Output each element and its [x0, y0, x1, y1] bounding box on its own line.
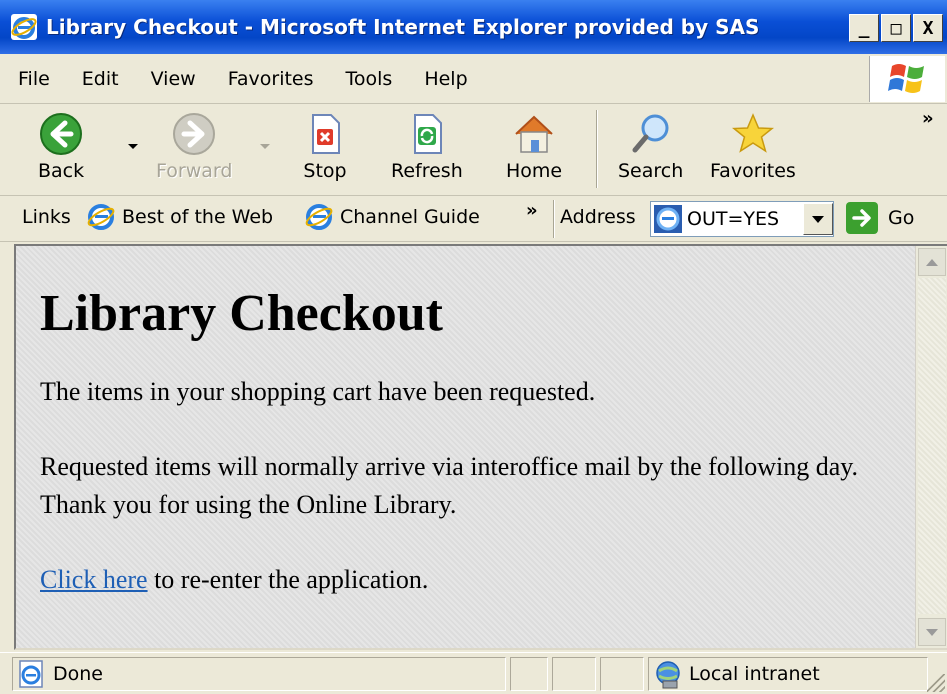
favorites-button[interactable]: Favorites [710, 108, 796, 192]
status-panel [552, 657, 596, 691]
stop-button[interactable]: Stop [303, 108, 347, 192]
home-label: Home [506, 160, 563, 182]
link-channel-guide[interactable]: Channel Guide [304, 202, 480, 232]
ie-page-icon [654, 205, 682, 233]
go-arrow-icon [846, 202, 878, 234]
scroll-down-icon [926, 628, 938, 636]
stop-icon [312, 114, 340, 154]
address-input[interactable]: OUT=YES [650, 201, 834, 237]
status-text: Done [53, 663, 103, 685]
links-label: Links [22, 206, 71, 228]
favorites-star-icon [731, 113, 774, 153]
links-overflow-chevron[interactable]: » [526, 200, 538, 221]
back-button[interactable]: Back [38, 108, 84, 192]
standard-toolbar: Back Forward Stop Refresh Home Search Fa… [0, 104, 947, 196]
ie-icon[interactable] [10, 13, 38, 41]
scroll-track[interactable] [918, 278, 946, 614]
forward-button[interactable]: Forward [156, 108, 232, 192]
confirmation-text: The items in your shopping cart have bee… [40, 377, 596, 406]
address-value[interactable]: OUT=YES [687, 208, 803, 230]
page-content: Library Checkout The items in your shopp… [40, 256, 910, 636]
search-button[interactable]: Search [618, 108, 683, 192]
back-dropdown-icon[interactable] [128, 144, 138, 149]
close-button[interactable]: X [913, 14, 943, 42]
scroll-down-button[interactable] [918, 618, 946, 646]
links-address-bar: Links Best of the Web Channel Guide » Ad… [0, 196, 947, 242]
ie-page-icon [19, 660, 43, 688]
click-here-link[interactable]: Click here [40, 565, 148, 594]
menu-bar: File Edit View Favorites Tools Help [0, 54, 947, 104]
stop-label: Stop [303, 160, 347, 182]
refresh-label: Refresh [391, 160, 463, 182]
forward-label: Forward [156, 160, 233, 182]
link-best-of-the-web-label: Best of the Web [122, 206, 274, 228]
favorites-label: Favorites [710, 160, 796, 182]
window-title: Library Checkout - Microsoft Internet Ex… [46, 15, 760, 39]
address-label: Address [560, 206, 636, 228]
menu-favorites[interactable]: Favorites [212, 68, 330, 90]
go-label: Go [888, 207, 915, 229]
home-button[interactable]: Home [506, 108, 562, 192]
go-button[interactable]: Go [846, 202, 914, 234]
back-label: Back [38, 160, 85, 182]
security-zone-cell[interactable]: Local intranet [648, 657, 928, 691]
ie-page-icon [305, 204, 333, 230]
menu-tools[interactable]: Tools [330, 68, 409, 90]
refresh-icon [413, 114, 442, 154]
refresh-button[interactable]: Refresh [391, 108, 463, 192]
status-cell: Done [12, 657, 506, 691]
menu-help[interactable]: Help [408, 68, 483, 90]
delivery-text: Requested items will normally arrive via… [40, 452, 859, 519]
status-panel [600, 657, 644, 691]
chevron-down-icon [812, 215, 824, 223]
search-label: Search [618, 160, 684, 182]
reenter-suffix: to re-enter the application. [147, 565, 429, 594]
menu-edit[interactable]: Edit [66, 68, 135, 90]
vertical-scrollbar[interactable] [915, 246, 947, 648]
address-separator [553, 200, 555, 238]
page-viewport[interactable]: Library Checkout The items in your shopp… [14, 244, 947, 650]
link-channel-guide-label: Channel Guide [340, 206, 480, 228]
forward-arrow-icon [173, 113, 216, 155]
address-dropdown-button[interactable] [803, 203, 833, 235]
minimize-button[interactable]: _ [849, 14, 879, 42]
back-arrow-icon [40, 113, 83, 155]
ie-page-icon [87, 204, 115, 230]
windows-logo-icon [869, 56, 945, 102]
status-bar: Done Local intranet [0, 652, 947, 694]
zone-text: Local intranet [689, 663, 820, 685]
local-intranet-icon [656, 661, 680, 689]
home-icon [515, 115, 553, 153]
menu-view[interactable]: View [135, 68, 212, 90]
scroll-up-icon [926, 258, 938, 266]
resize-grip-icon[interactable] [927, 674, 945, 692]
maximize-button[interactable]: □ [881, 14, 911, 42]
toolbar-separator [596, 110, 598, 188]
menu-file[interactable]: File [0, 68, 66, 90]
search-icon [632, 114, 669, 153]
scroll-up-button[interactable] [918, 248, 946, 276]
page-heading: Library Checkout [40, 285, 443, 342]
toolbar-overflow-chevron[interactable]: » [922, 108, 934, 129]
link-best-of-the-web[interactable]: Best of the Web [86, 202, 273, 232]
forward-dropdown-icon[interactable] [260, 144, 270, 149]
status-panel [510, 657, 548, 691]
reenter-text: Click here to re-enter the application. [40, 561, 910, 599]
title-bar[interactable]: Library Checkout - Microsoft Internet Ex… [0, 0, 947, 54]
